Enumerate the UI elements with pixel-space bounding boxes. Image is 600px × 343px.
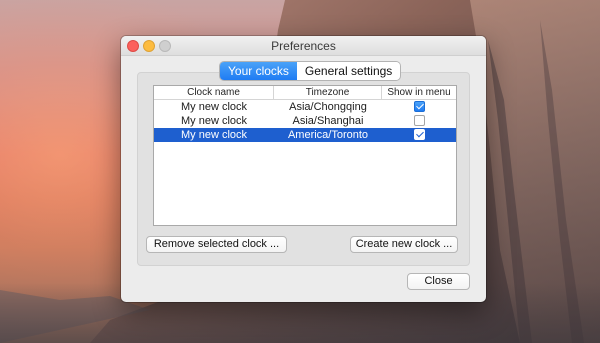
show-in-menu-cell bbox=[382, 100, 456, 114]
zoom-window-button[interactable] bbox=[159, 40, 171, 52]
show-in-menu-cell bbox=[382, 114, 456, 128]
show-in-menu-checkbox[interactable] bbox=[413, 129, 425, 140]
show-in-menu-checkbox[interactable] bbox=[413, 101, 425, 112]
close-button[interactable]: Close bbox=[407, 273, 470, 290]
show-in-menu-cell bbox=[382, 128, 456, 142]
table-body: My new clock Asia/Chongqing My new clock As… bbox=[154, 100, 456, 142]
create-new-clock-button[interactable]: Create new clock ... bbox=[350, 236, 458, 253]
remove-selected-clock-button[interactable]: Remove selected clock ... bbox=[146, 236, 287, 253]
tab-bar: Your clocks General settings bbox=[220, 62, 401, 80]
preferences-window: Preferences Clock name Timezone Show in … bbox=[121, 36, 486, 302]
clock-name-cell: My new clock bbox=[180, 101, 248, 113]
table-row[interactable]: My new clock Asia/Chongqing bbox=[154, 100, 456, 114]
column-header-timezone[interactable]: Timezone bbox=[274, 86, 382, 99]
timezone-cell: America/Toronto bbox=[287, 129, 369, 141]
table-row[interactable]: My new clock America/Toronto bbox=[154, 128, 456, 142]
title-bar[interactable]: Preferences bbox=[121, 36, 486, 56]
tab-your-clocks[interactable]: Your clocks bbox=[220, 62, 297, 80]
window-title: Preferences bbox=[271, 39, 336, 53]
close-window-button[interactable] bbox=[127, 40, 139, 52]
table-row[interactable]: My new clock Asia/Shanghai bbox=[154, 114, 456, 128]
timezone-cell: Asia/Chongqing bbox=[289, 101, 367, 113]
table-header: Clock name Timezone Show in menu bbox=[154, 86, 456, 100]
column-header-show-in-menu[interactable]: Show in menu bbox=[382, 86, 456, 99]
show-in-menu-checkbox[interactable] bbox=[413, 115, 425, 126]
clocks-panel: Clock name Timezone Show in menu My new … bbox=[137, 72, 470, 266]
minimize-window-button[interactable] bbox=[143, 40, 155, 52]
clock-name-cell: My new clock bbox=[180, 129, 248, 141]
clock-name-cell: My new clock bbox=[180, 115, 248, 127]
tab-general-settings[interactable]: General settings bbox=[296, 62, 401, 80]
clocks-table: Clock name Timezone Show in menu My new … bbox=[153, 85, 457, 226]
timezone-cell: Asia/Shanghai bbox=[292, 115, 364, 127]
column-header-clock-name[interactable]: Clock name bbox=[154, 86, 274, 99]
